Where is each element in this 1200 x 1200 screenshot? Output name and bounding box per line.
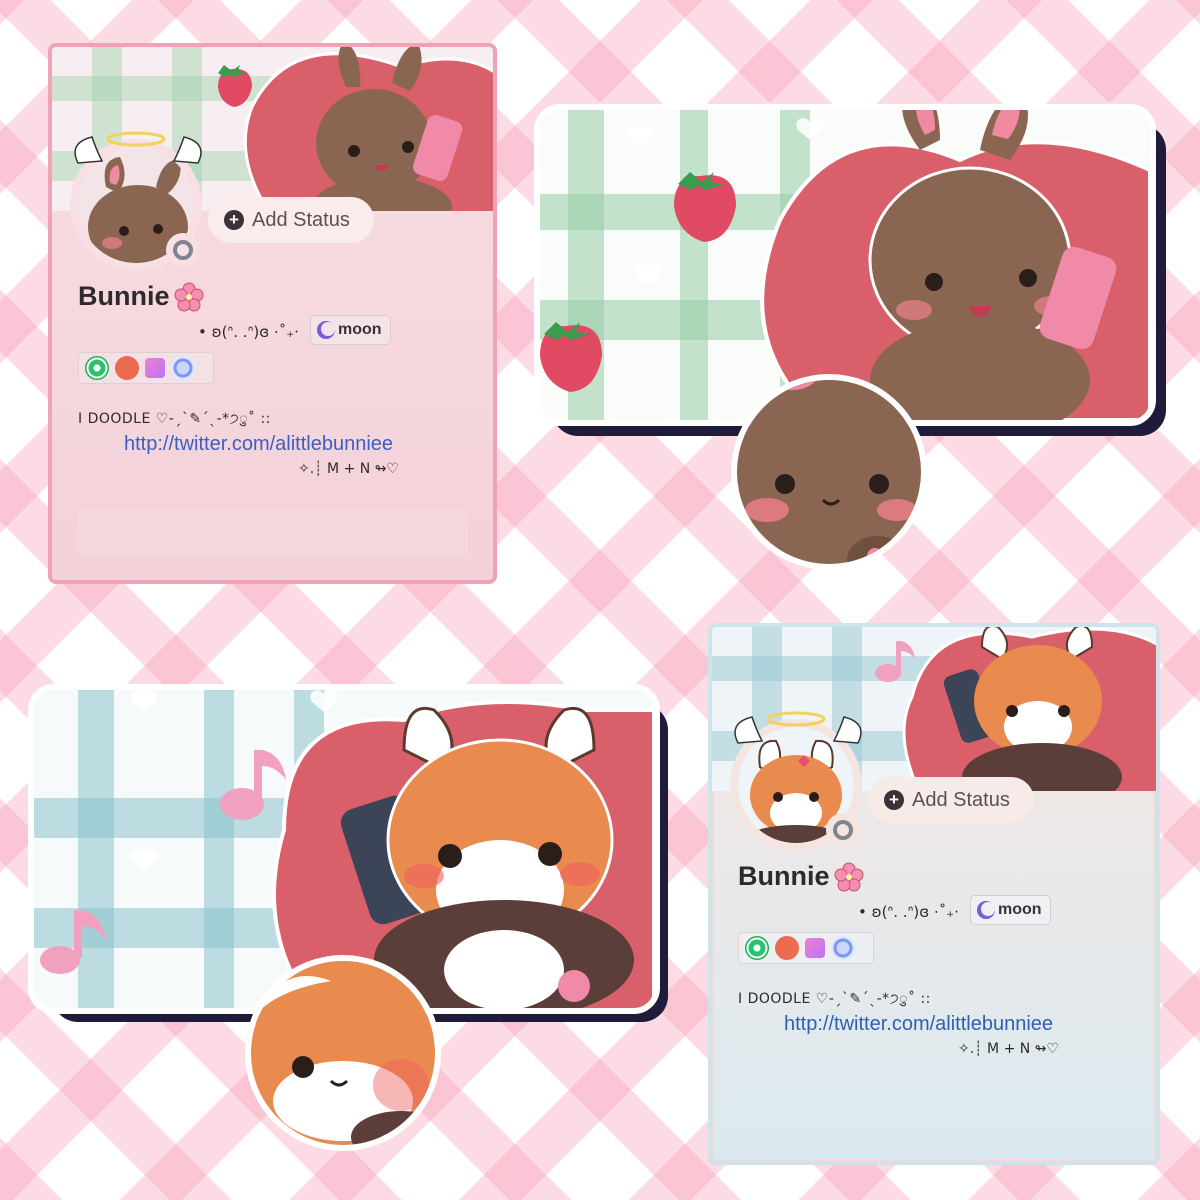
bio-line: ✧.┊ M + N ↬♡ [298, 461, 399, 477]
sakura-flower-icon [174, 282, 203, 311]
bio-line: I DOODLE ♡-ˏˋ✎ˊˎ-*੭ु˚ :: [78, 411, 271, 427]
music-note-icon [40, 750, 286, 974]
server-tag-label: moon [998, 901, 1042, 918]
pronouns: • ʚ(ᐢ. .ᐢ)ɞ ⋅˚₊‧ [858, 903, 959, 921]
status-offline-icon [166, 233, 200, 267]
display-name-text: Bunnie [78, 281, 170, 311]
profile-card-bunny: + Add Status Bunnie • ʚ(ᐢ. .ᐢ)ɞ ⋅˚₊‧ moo… [48, 43, 497, 584]
server-tag[interactable]: moon [970, 895, 1051, 925]
badge-quest-icon[interactable] [775, 936, 799, 960]
add-status-icon: + [884, 790, 904, 810]
profile-card-red-panda: + Add Status Bunnie • ʚ(ᐢ. .ᐢ)ɞ ⋅˚₊‧ moo… [708, 623, 1160, 1165]
add-status-button[interactable]: + Add Status [208, 197, 374, 243]
add-status-label: Add Status [912, 788, 1010, 811]
strawberry-icon [540, 322, 602, 392]
badge-row [78, 352, 214, 384]
add-status-icon: + [224, 210, 244, 230]
wings-icon [734, 716, 862, 744]
display-name-text: Bunnie [738, 861, 830, 891]
bio-link[interactable]: http://twitter.com/alittlebunniee [124, 433, 393, 456]
add-status-label: Add Status [252, 208, 350, 231]
badge-hypesquad-icon[interactable] [145, 358, 165, 378]
bunny-banner-art [540, 110, 1150, 420]
pronouns: • ʚ(ᐢ. .ᐢ)ɞ ⋅˚₊‧ [198, 323, 299, 341]
sakura-flower-icon [834, 862, 863, 891]
badge-hypesquad-icon[interactable] [805, 938, 825, 958]
badge-quest-icon[interactable] [115, 356, 139, 380]
badge-nitro-icon[interactable] [85, 356, 109, 380]
music-note-icon [875, 641, 915, 682]
bio-line: I DOODLE ♡-ˏˋ✎ˊˎ-*੭ु˚ :: [738, 991, 931, 1007]
add-status-button[interactable]: + Add Status [868, 777, 1034, 823]
status-offline-icon [826, 813, 860, 847]
avatar[interactable] [70, 131, 202, 271]
badge-nitro-icon[interactable] [745, 936, 769, 960]
wings-icon [74, 136, 202, 164]
red-panda-avatar-preview [245, 955, 441, 1151]
moon-icon [317, 321, 335, 339]
bio-line: ✧.┊ M + N ↬♡ [958, 1041, 1059, 1057]
strawberry-icon [674, 172, 736, 242]
bio-link[interactable]: http://twitter.com/alittlebunniee [784, 1013, 1053, 1036]
badge-row [738, 932, 874, 964]
moon-icon [977, 901, 995, 919]
strawberry-icon [218, 65, 252, 107]
display-name: Bunnie [78, 281, 204, 312]
badge-boost-icon[interactable] [831, 936, 855, 960]
bunny-avatar-preview [731, 374, 927, 570]
server-tag-label: moon [338, 321, 382, 338]
display-name: Bunnie [738, 861, 864, 892]
avatar[interactable] [730, 711, 862, 851]
badge-boost-icon[interactable] [171, 356, 195, 380]
faded-button [78, 509, 468, 555]
server-tag[interactable]: moon [310, 315, 391, 345]
